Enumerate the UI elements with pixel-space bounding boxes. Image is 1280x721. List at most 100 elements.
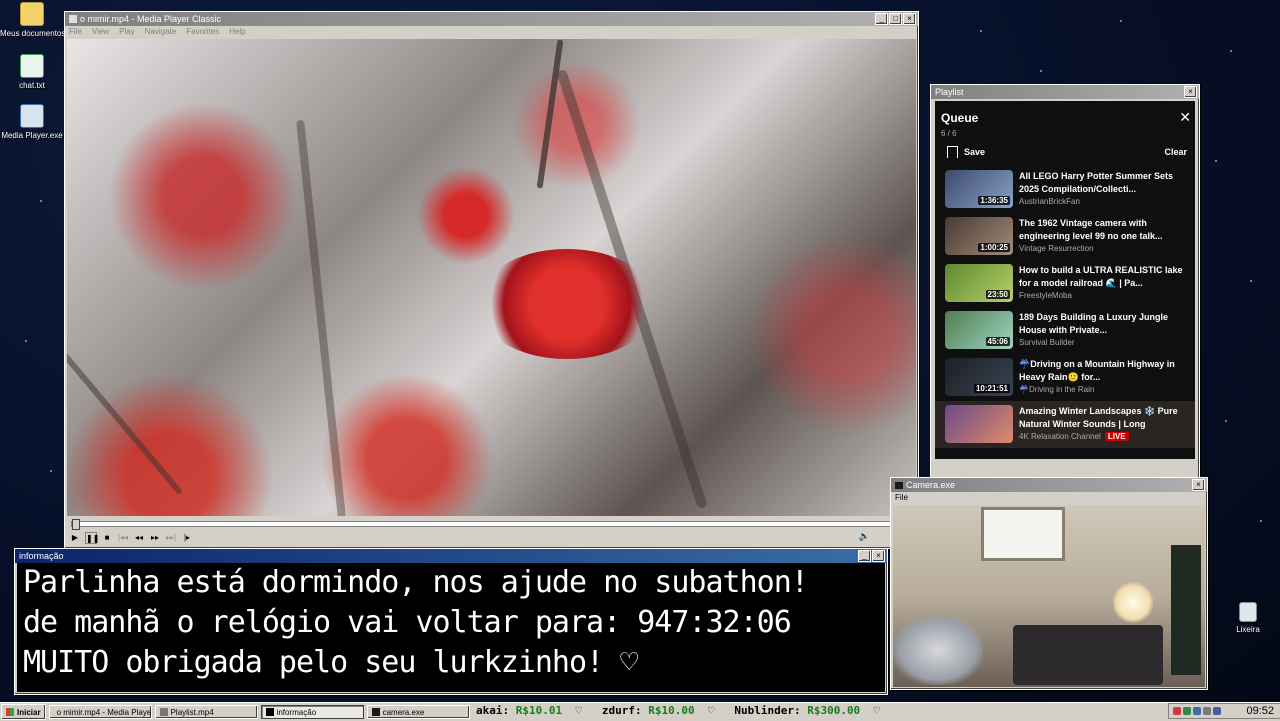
menu-play[interactable]: Play bbox=[119, 26, 135, 38]
playlist-icon bbox=[159, 708, 168, 716]
window-title: Playlist bbox=[935, 87, 964, 97]
bookmark-icon bbox=[947, 146, 958, 158]
queue-item[interactable]: 23:50 How to build a ULTRA REALISTIC lak… bbox=[935, 260, 1195, 307]
pause-button[interactable]: ❚❚ bbox=[85, 532, 99, 544]
seek-bar[interactable] bbox=[71, 519, 911, 530]
desktop-icon-label: Meus documentos bbox=[0, 29, 66, 38]
console-icon bbox=[265, 708, 274, 716]
display-icon[interactable] bbox=[1213, 707, 1221, 715]
window-title: o mimir.mp4 - Media Player Classic bbox=[80, 14, 222, 24]
recycle-bin-icon bbox=[1239, 602, 1257, 622]
info-line: MUITO obrigada pelo seu lurkzinho! ♡ bbox=[23, 645, 638, 680]
queue-item[interactable]: 1:36:35 All LEGO Harry Potter Summer Set… bbox=[935, 166, 1195, 213]
clock[interactable]: 09:52 bbox=[1246, 705, 1274, 717]
start-label: Iniciar bbox=[17, 707, 41, 717]
clear-button[interactable]: Clear bbox=[1164, 147, 1187, 157]
info-line: de manhã o relógio vai voltar para: 947:… bbox=[23, 605, 792, 640]
donor-name: zdurf: bbox=[601, 704, 642, 717]
video-title: How to build a ULTRA REALISTIC lake for … bbox=[1019, 265, 1183, 288]
desktop-icon-label: chat.txt bbox=[19, 81, 45, 90]
task-label: camera.exe bbox=[382, 707, 425, 717]
queue-item[interactable]: 10:21:51 ☔Driving on a Mountain Highway … bbox=[935, 354, 1195, 401]
channel-name: 4K Relaxation Channel LIVE bbox=[1019, 432, 1191, 441]
close-button[interactable]: × bbox=[903, 13, 916, 25]
queue-item[interactable]: 1:00:25 The 1962 Vintage camera with eng… bbox=[935, 213, 1195, 260]
menu-navigate[interactable]: Navigate bbox=[145, 26, 177, 38]
queue-item-current[interactable]: Amazing Winter Landscapes ❄️ Pure Natura… bbox=[935, 401, 1195, 448]
desktop-icon-label: Lixeira bbox=[1236, 625, 1260, 634]
menu-file[interactable]: File bbox=[69, 26, 82, 38]
camera-titlebar[interactable]: Camera.exe × bbox=[891, 478, 1207, 492]
media-player-titlebar[interactable]: o mimir.mp4 - Media Player Classic _ □ × bbox=[65, 12, 918, 26]
info-line: Parlinha está dormindo, nos ajude no sub… bbox=[23, 565, 809, 600]
queue-count: 6 / 6 bbox=[941, 129, 957, 138]
info-titlebar[interactable]: informação _ × bbox=[15, 549, 887, 563]
close-button[interactable]: × bbox=[1184, 86, 1197, 98]
frame-step-button[interactable]: |▸ bbox=[181, 532, 193, 544]
menu-view[interactable]: View bbox=[92, 26, 109, 38]
folder-icon bbox=[20, 2, 44, 26]
video-thumbnail: 1:36:35 bbox=[945, 170, 1013, 208]
donation-amount: R$300.00 bbox=[807, 704, 861, 717]
taskbar-item[interactable]: o mimir.mp4 - Media Playe... bbox=[48, 705, 152, 719]
forward-button[interactable]: ▸▸ bbox=[149, 532, 161, 544]
playback-controls: ▶ ❚❚ ■ |◂◂ ◂◂ ▸▸ ▸▸| |▸ bbox=[69, 531, 193, 545]
media-player-icon bbox=[20, 104, 44, 128]
update-icon[interactable] bbox=[1203, 707, 1211, 715]
system-tray: 09:52 bbox=[1168, 703, 1280, 719]
maximize-button[interactable]: □ bbox=[889, 13, 902, 25]
close-button[interactable]: × bbox=[1192, 479, 1205, 491]
video-thumbnail: 23:50 bbox=[945, 264, 1013, 302]
donation-amount: R$10.00 bbox=[648, 704, 695, 717]
taskbar-item-active[interactable]: informação bbox=[260, 705, 364, 719]
taskbar-item[interactable]: camera.exe bbox=[366, 705, 470, 719]
desktop-icon-documents[interactable]: Meus documentos bbox=[0, 2, 66, 38]
previous-button[interactable]: |◂◂ bbox=[117, 532, 129, 544]
desktop-icon-recycle-bin[interactable]: Lixeira bbox=[1216, 602, 1280, 634]
minimize-button[interactable]: _ bbox=[875, 13, 888, 25]
desktop-icon-media-player[interactable]: Media Player.exe bbox=[0, 104, 64, 140]
desktop-icon-chat[interactable]: chat.txt bbox=[0, 54, 64, 90]
menu-file[interactable]: File bbox=[895, 492, 908, 504]
network-icon[interactable] bbox=[1183, 707, 1191, 715]
duration-badge: 23:50 bbox=[985, 290, 1010, 299]
stop-button[interactable]: ■ bbox=[101, 532, 113, 544]
close-button[interactable]: × bbox=[872, 550, 885, 562]
rewind-button[interactable]: ◂◂ bbox=[133, 532, 145, 544]
playlist-window: Playlist × Queue 6 / 6 ✕ Save Clear 1:36… bbox=[930, 84, 1200, 484]
seek-thumb[interactable] bbox=[72, 519, 80, 530]
play-button[interactable]: ▶ bbox=[69, 532, 81, 544]
queue-item[interactable]: 45:06 189 Days Building a Luxury Jungle … bbox=[935, 307, 1195, 354]
menu-favorites[interactable]: Favorites bbox=[186, 26, 219, 38]
video-thumbnail: 45:06 bbox=[945, 311, 1013, 349]
channel-name: Vintage Resurrection bbox=[1019, 244, 1094, 253]
close-icon[interactable]: ✕ bbox=[1179, 109, 1191, 126]
next-button[interactable]: ▸▸| bbox=[165, 532, 177, 544]
menu-help[interactable]: Help bbox=[229, 26, 245, 38]
info-window: informação _ × Parlinha está dormindo, n… bbox=[14, 548, 888, 695]
save-button[interactable]: Save bbox=[947, 146, 985, 158]
donation-ticker: akai: R$10.01 ♡ zdurf: R$10.00 ♡ Nublind… bbox=[476, 704, 881, 717]
volume-tray-icon[interactable] bbox=[1193, 707, 1201, 715]
taskbar-item[interactable]: Playlist.mp4 bbox=[154, 705, 258, 719]
windows-logo-icon bbox=[6, 708, 14, 716]
donor-name: akai: bbox=[476, 704, 510, 717]
minimize-button[interactable]: _ bbox=[858, 550, 871, 562]
start-button[interactable]: Iniciar bbox=[1, 704, 46, 720]
info-message: Parlinha está dormindo, nos ajude no sub… bbox=[17, 563, 885, 692]
antivirus-icon[interactable] bbox=[1173, 707, 1181, 715]
queue-panel: Queue 6 / 6 ✕ Save Clear 1:36:35 All LEG… bbox=[935, 101, 1195, 459]
menu-bar: File bbox=[891, 492, 1207, 504]
webcam-feed bbox=[893, 505, 1205, 687]
video-thumbnail bbox=[945, 405, 1013, 443]
video-title: Amazing Winter Landscapes ❄️ Pure Natura… bbox=[1019, 406, 1178, 429]
video-thumbnail: 1:00:25 bbox=[945, 217, 1013, 255]
channel-name: FreestyleMoba bbox=[1019, 291, 1072, 300]
donation-amount: R$10.01 bbox=[515, 704, 563, 717]
task-label: informação bbox=[276, 707, 317, 717]
playlist-titlebar[interactable]: Playlist × bbox=[931, 85, 1199, 99]
berry-cluster bbox=[477, 249, 657, 359]
video-display[interactable] bbox=[67, 39, 916, 516]
volume-icon[interactable]: 🔈 bbox=[859, 531, 870, 542]
text-file-icon bbox=[20, 54, 44, 78]
